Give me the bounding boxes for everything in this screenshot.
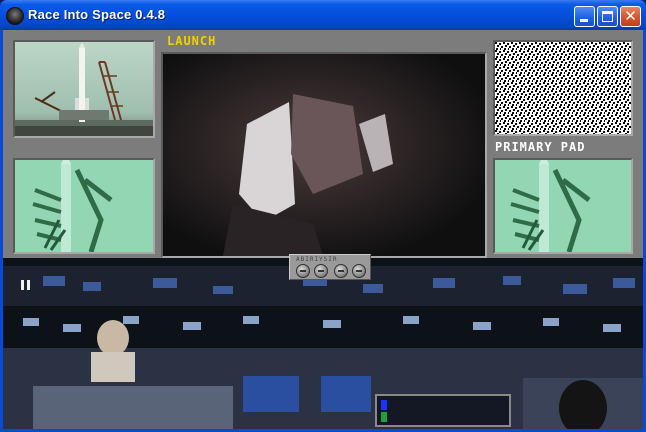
rocket-pad-view-1 [13, 40, 155, 138]
rewind-icon[interactable] [296, 264, 310, 278]
telemetry-display [375, 394, 511, 427]
maximize-icon [602, 11, 613, 22]
minimize-button[interactable] [574, 6, 595, 27]
launch-video-frame [163, 54, 485, 256]
playback-controls: ABIRIYSIR [289, 254, 371, 280]
rocket-pad-image-3 [495, 154, 631, 253]
game-area: LAUNCH PRIMARY PAD ABIRIYSIR [3, 30, 643, 429]
launch-view [161, 52, 487, 258]
minimize-icon [580, 19, 588, 22]
game-window: Race Into Space 0.4.8 ✕ LAUNCH PRIMARY P… [0, 0, 646, 432]
rocket-pad-view-2 [13, 154, 155, 254]
window-title: Race Into Space 0.4.8 [28, 7, 166, 22]
control-code: ABIRIYSIR [296, 256, 338, 263]
title-bar[interactable]: Race Into Space 0.4.8 ✕ [0, 0, 646, 30]
rocket-pad-view-3 [493, 154, 633, 254]
play-icon[interactable] [334, 264, 348, 278]
maximize-button[interactable] [597, 6, 618, 27]
telemetry-blue-bar [381, 400, 387, 410]
launch-label: LAUNCH [167, 34, 217, 48]
mission-control-image [3, 258, 643, 429]
rocket-pad-image-1 [15, 42, 153, 136]
fast-forward-icon[interactable] [352, 264, 366, 278]
telemetry-green-bar [381, 412, 387, 422]
pause-icon[interactable] [19, 280, 33, 292]
rocket-pad-image-2 [15, 154, 153, 253]
stop-icon[interactable] [314, 264, 328, 278]
static-monitor [493, 40, 633, 136]
primary-pad-label: PRIMARY PAD [495, 140, 586, 154]
static-noise-image [495, 42, 631, 134]
mission-control-room [3, 258, 643, 429]
close-icon: ✕ [624, 7, 637, 25]
close-button[interactable]: ✕ [620, 6, 641, 27]
app-icon [6, 7, 24, 25]
